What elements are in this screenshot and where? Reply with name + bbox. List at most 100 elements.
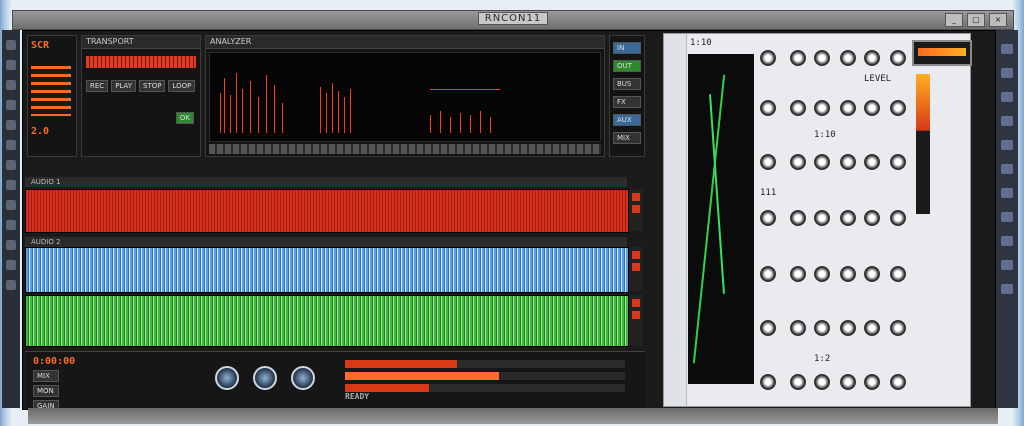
rack-knob[interactable]: [814, 50, 830, 66]
tool-icon[interactable]: [6, 180, 16, 190]
rack-knob[interactable]: [790, 50, 806, 66]
rack-knob[interactable]: [840, 154, 856, 170]
rack-knob[interactable]: [760, 210, 776, 226]
rack-knob[interactable]: [840, 50, 856, 66]
rack-knob[interactable]: [790, 266, 806, 282]
tool-icon[interactable]: [1001, 140, 1013, 150]
maximize-button[interactable]: □: [967, 13, 985, 27]
rack-knob[interactable]: [864, 320, 880, 336]
rack-knob[interactable]: [840, 100, 856, 116]
tool-icon[interactable]: [6, 80, 16, 90]
tool-icon[interactable]: [1001, 212, 1013, 222]
loop-button[interactable]: LOOP: [168, 80, 196, 92]
tool-icon[interactable]: [6, 120, 16, 130]
route-bus-button[interactable]: BUS: [613, 78, 641, 90]
rack-knob[interactable]: [840, 266, 856, 282]
rack-knob[interactable]: [760, 154, 776, 170]
tool-icon[interactable]: [6, 140, 16, 150]
route-fx-button[interactable]: FX: [613, 96, 641, 108]
stop-button[interactable]: STOP: [139, 80, 166, 92]
gain-knob[interactable]: [291, 366, 315, 390]
rack-knob[interactable]: [864, 154, 880, 170]
rack-knob[interactable]: [840, 320, 856, 336]
tool-icon[interactable]: [6, 240, 16, 250]
transport-title: TRANSPORT: [82, 36, 200, 49]
rack-knob[interactable]: [840, 374, 856, 390]
minimize-button[interactable]: _: [945, 13, 963, 27]
tool-icon[interactable]: [1001, 44, 1013, 54]
track-lane-green[interactable]: [25, 295, 629, 347]
rack-knob[interactable]: [790, 154, 806, 170]
readout: 2.0: [31, 126, 50, 137]
track-header[interactable]: AUDIO 2: [25, 237, 627, 247]
tool-icon[interactable]: [1001, 92, 1013, 102]
play-button[interactable]: PLAY: [111, 80, 136, 92]
rack-knob[interactable]: [890, 374, 906, 390]
track-lane-blue[interactable]: [25, 247, 629, 293]
tool-icon[interactable]: [6, 260, 16, 270]
monitor-knob[interactable]: [253, 366, 277, 390]
tool-icon[interactable]: [1001, 164, 1013, 174]
rack-knob[interactable]: [890, 266, 906, 282]
mix-label[interactable]: MIX: [33, 370, 59, 382]
tool-icon[interactable]: [1001, 116, 1013, 126]
tool-icon[interactable]: [6, 160, 16, 170]
vu-meter: [916, 74, 930, 214]
close-button[interactable]: ×: [989, 13, 1007, 27]
tool-icon[interactable]: [6, 60, 16, 70]
rack-knob[interactable]: [790, 374, 806, 390]
mix-knob[interactable]: [215, 366, 239, 390]
route-mix-button[interactable]: MIX: [613, 132, 641, 144]
window-title: RNCON11: [477, 12, 549, 25]
rack-knob[interactable]: [760, 320, 776, 336]
rack-knob[interactable]: [790, 210, 806, 226]
rack-knob[interactable]: [864, 50, 880, 66]
route-out-button[interactable]: OUT: [613, 60, 641, 72]
track-controls[interactable]: [629, 295, 643, 345]
window-titlebar[interactable]: RNCON11 _ □ ×: [12, 10, 1014, 30]
rack-knob[interactable]: [814, 210, 830, 226]
tool-icon[interactable]: [6, 280, 16, 290]
ok-button[interactable]: OK: [175, 112, 194, 124]
tool-icon[interactable]: [6, 40, 16, 50]
rack-knob[interactable]: [890, 210, 906, 226]
rack-knob[interactable]: [790, 320, 806, 336]
rack-knob[interactable]: [864, 100, 880, 116]
tool-icon[interactable]: [1001, 236, 1013, 246]
rack-knob[interactable]: [814, 266, 830, 282]
rack-knob[interactable]: [760, 50, 776, 66]
rack-knob[interactable]: [840, 210, 856, 226]
rack-knob[interactable]: [814, 374, 830, 390]
tool-icon[interactable]: [1001, 284, 1013, 294]
tool-icon[interactable]: [6, 200, 16, 210]
rack-knob[interactable]: [890, 154, 906, 170]
rack-knob[interactable]: [814, 154, 830, 170]
rack-knob[interactable]: [760, 266, 776, 282]
rack-knob[interactable]: [790, 100, 806, 116]
rack-knob[interactable]: [890, 320, 906, 336]
rack-knob[interactable]: [760, 374, 776, 390]
tool-icon[interactable]: [6, 220, 16, 230]
tool-icon[interactable]: [1001, 188, 1013, 198]
track-controls[interactable]: [629, 247, 643, 291]
tool-icon[interactable]: [6, 100, 16, 110]
track-lane-red[interactable]: [25, 189, 629, 233]
tool-icon[interactable]: [1001, 68, 1013, 78]
track-controls[interactable]: [629, 189, 643, 231]
analyzer-scrollbar[interactable]: [209, 144, 601, 154]
rack-knob[interactable]: [890, 100, 906, 116]
record-button[interactable]: REC: [86, 80, 109, 92]
rack-knob[interactable]: [760, 100, 776, 116]
route-aux-button[interactable]: AUX: [613, 114, 641, 126]
rack-knob[interactable]: [864, 266, 880, 282]
track-header[interactable]: AUDIO 1: [25, 177, 627, 187]
monitor-label[interactable]: MON: [33, 385, 59, 397]
rack-knob[interactable]: [814, 100, 830, 116]
rack-knob[interactable]: [814, 320, 830, 336]
rack-knob[interactable]: [890, 50, 906, 66]
position-bar[interactable]: [86, 56, 196, 68]
rack-knob[interactable]: [864, 374, 880, 390]
rack-knob[interactable]: [864, 210, 880, 226]
tool-icon[interactable]: [1001, 260, 1013, 270]
route-in-button[interactable]: IN: [613, 42, 641, 54]
